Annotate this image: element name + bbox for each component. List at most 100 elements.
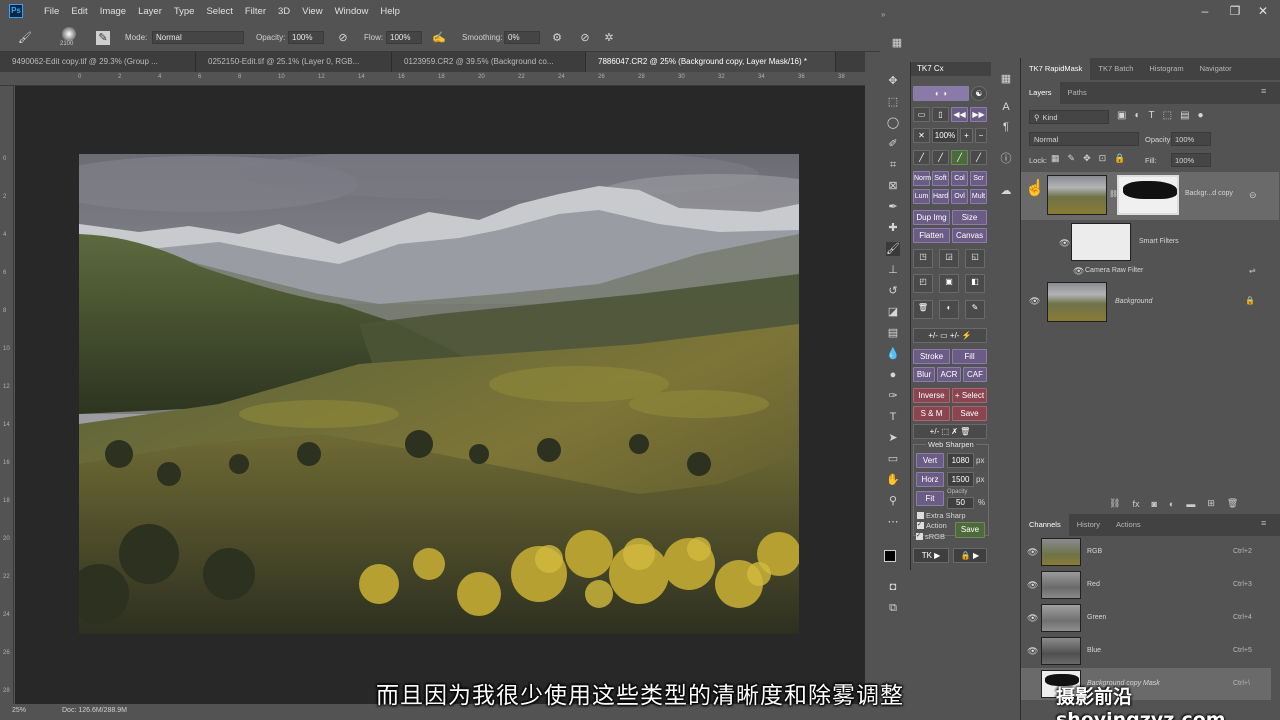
- menu-select[interactable]: Select: [200, 0, 238, 24]
- pen-tool-icon[interactable]: ✑: [886, 389, 900, 403]
- channel-row-blue[interactable]: 👁 Blue Ctrl+5: [1021, 635, 1271, 667]
- rectangle-tool-icon[interactable]: ▭: [886, 452, 900, 466]
- blend-lum-button[interactable]: Lum: [913, 189, 930, 204]
- horz-button[interactable]: Horz: [916, 472, 944, 487]
- lock-pixels-icon[interactable]: ✎: [1068, 153, 1076, 164]
- filter-adjustment-icon[interactable]: ◐: [1134, 110, 1140, 121]
- grey-brush-icon[interactable]: ╱: [970, 150, 987, 165]
- smart-filter-mask-thumbnail[interactable]: [1071, 223, 1131, 261]
- blend-mult-button[interactable]: Mult: [970, 189, 987, 204]
- menu-help[interactable]: Help: [374, 0, 406, 24]
- brush-panel-icon[interactable]: ✎: [96, 31, 110, 45]
- tab-document-2[interactable]: 0252150-Edit.tif @ 25.1% (Layer 0, RGB..…: [196, 52, 392, 72]
- layer-row-smart-filters[interactable]: 👁 Smart Filters 👁 Camera Raw Filter ⇌: [1021, 220, 1279, 280]
- eye-icon[interactable]: 👁: [1059, 238, 1070, 249]
- caf-button[interactable]: CAF: [963, 367, 987, 382]
- lock-menu-button[interactable]: 🔒 ▶: [953, 548, 987, 563]
- layer-opacity-input[interactable]: 100%: [1171, 132, 1211, 146]
- srgb-checkbox[interactable]: ✓: [916, 533, 923, 540]
- vert-button[interactable]: Vert: [916, 453, 944, 468]
- fx-icon[interactable]: fx: [1132, 499, 1139, 509]
- extra-sharp-row[interactable]: Extra Sharp: [917, 511, 966, 520]
- filter-toggle-icon[interactable]: ●: [1198, 110, 1204, 121]
- dodge-tool-icon[interactable]: ●: [886, 368, 900, 382]
- character-icon[interactable]: A: [999, 100, 1013, 114]
- menu-window[interactable]: Window: [329, 0, 375, 24]
- blur-tool-icon[interactable]: 💧: [886, 347, 900, 361]
- extra-sharp-checkbox[interactable]: [917, 512, 924, 519]
- tab-histogram[interactable]: Histogram: [1141, 58, 1191, 80]
- camera-raw-eye-icon[interactable]: 👁: [1073, 266, 1084, 277]
- tk7-logo-icon[interactable]: ☯: [971, 86, 987, 101]
- menu-3d[interactable]: 3D: [272, 0, 296, 24]
- layer-mask-thumbnail[interactable]: [1117, 175, 1179, 215]
- acr-button[interactable]: ACR: [937, 367, 961, 382]
- black-brush-icon[interactable]: ╱: [913, 150, 930, 165]
- lock-artboard-icon[interactable]: ⊡: [1099, 153, 1107, 164]
- zoom-tool-icon[interactable]: ⚲: [886, 494, 900, 508]
- filter-shape-icon[interactable]: ⬚: [1163, 110, 1172, 121]
- layer-icon-6[interactable]: ◧: [965, 274, 985, 293]
- airbrush-icon[interactable]: ✍: [432, 31, 446, 45]
- quick-select-tool-icon[interactable]: ✐: [886, 137, 900, 151]
- type-tool-icon[interactable]: T: [886, 410, 900, 424]
- mask-tools-row[interactable]: +/- ▭ +/- ⚡: [913, 328, 987, 343]
- menu-layer[interactable]: Layer: [132, 0, 168, 24]
- healing-tool-icon[interactable]: ✚: [886, 221, 900, 235]
- new-doc-icon[interactable]: ▯: [932, 107, 949, 122]
- maximize-icon[interactable]: ❐: [1226, 2, 1244, 20]
- eraser-tool-icon[interactable]: ◪: [886, 305, 900, 319]
- s-and-m-button[interactable]: S & M: [913, 406, 950, 421]
- delete-layer-icon[interactable]: 🗑: [1227, 498, 1238, 509]
- layer-icon-5[interactable]: ▣: [939, 274, 959, 293]
- fit-screen-icon[interactable]: ✕: [913, 128, 930, 143]
- zoom-in-icon[interactable]: +: [960, 128, 973, 143]
- vert-input[interactable]: 1080: [947, 453, 974, 468]
- camera-raw-filter-label[interactable]: Camera Raw Filter: [1085, 267, 1143, 274]
- lasso-tool-icon[interactable]: ◯: [886, 116, 900, 130]
- open-folder-icon[interactable]: ▭: [913, 107, 930, 122]
- blend-scr-button[interactable]: Scr: [970, 171, 987, 186]
- eyedropper-tool-icon[interactable]: ✒: [886, 200, 900, 214]
- blend-ovl-button[interactable]: Ovl: [951, 189, 968, 204]
- tab-history[interactable]: History: [1069, 514, 1108, 536]
- hand-tool-icon[interactable]: ✋: [886, 473, 900, 487]
- channel-row-green[interactable]: 👁 Green Ctrl+4: [1021, 602, 1271, 634]
- panel-menu-icon[interactable]: ≡: [1261, 86, 1266, 96]
- more-tools-icon[interactable]: ⋯: [886, 515, 900, 529]
- layer-icon-3[interactable]: ◱: [965, 249, 985, 268]
- new-layer-icon[interactable]: ⊞: [1207, 498, 1215, 509]
- zoom-readout[interactable]: 25%: [12, 707, 26, 714]
- selection-tools-row[interactable]: +/- ⬚ ✗ 🗑: [913, 424, 987, 439]
- opacity-mini-input[interactable]: 50: [947, 497, 974, 509]
- filter-pixel-icon[interactable]: ▣: [1117, 110, 1126, 121]
- action-checkbox[interactable]: ✓: [917, 522, 924, 529]
- fill-input[interactable]: 100%: [1171, 153, 1211, 167]
- lock-transparent-icon[interactable]: ▦: [1051, 153, 1060, 164]
- crop-tool-icon[interactable]: ⌗: [886, 158, 900, 172]
- marquee-tool-icon[interactable]: ⬚: [886, 95, 900, 109]
- new-group-icon[interactable]: ▬: [1186, 499, 1195, 509]
- layer-icon-8[interactable]: ✎: [965, 300, 985, 319]
- cloud-icon[interactable]: ☁: [999, 184, 1013, 198]
- eye-icon[interactable]: 👁: [1027, 580, 1038, 591]
- blur-button[interactable]: Blur: [913, 367, 935, 382]
- tab-document-3[interactable]: 0123959.CR2 @ 39.5% (Background co...: [392, 52, 586, 72]
- smoothing-settings-icon[interactable]: ⚙: [550, 31, 564, 45]
- lock-all-icon[interactable]: 🔒: [1114, 153, 1125, 164]
- zoom-100-button[interactable]: 100%: [932, 128, 958, 143]
- forward-icon[interactable]: ▶▶: [970, 107, 987, 122]
- horz-input[interactable]: 1500: [947, 472, 974, 487]
- kind-filter-select[interactable]: ⚲ Kind: [1029, 110, 1109, 124]
- link-layers-icon[interactable]: ⛓: [1109, 498, 1120, 509]
- action-row[interactable]: ✓ Action: [917, 521, 947, 530]
- srgb-row[interactable]: ✓ sRGB: [916, 532, 945, 541]
- quick-mask-icon[interactable]: ◘: [886, 580, 900, 594]
- symmetry-icon[interactable]: ✲: [602, 31, 616, 45]
- fit-button[interactable]: Fit: [916, 491, 944, 506]
- background-thumbnail[interactable]: [1047, 282, 1107, 322]
- tk7-mode-toggle[interactable]: ◐ ◑: [913, 86, 969, 101]
- layer-row-background[interactable]: 👁 Background 🔒: [1021, 280, 1279, 324]
- adjustment-layer-icon[interactable]: ◐: [1169, 499, 1174, 509]
- flow-input[interactable]: 100%: [386, 31, 422, 44]
